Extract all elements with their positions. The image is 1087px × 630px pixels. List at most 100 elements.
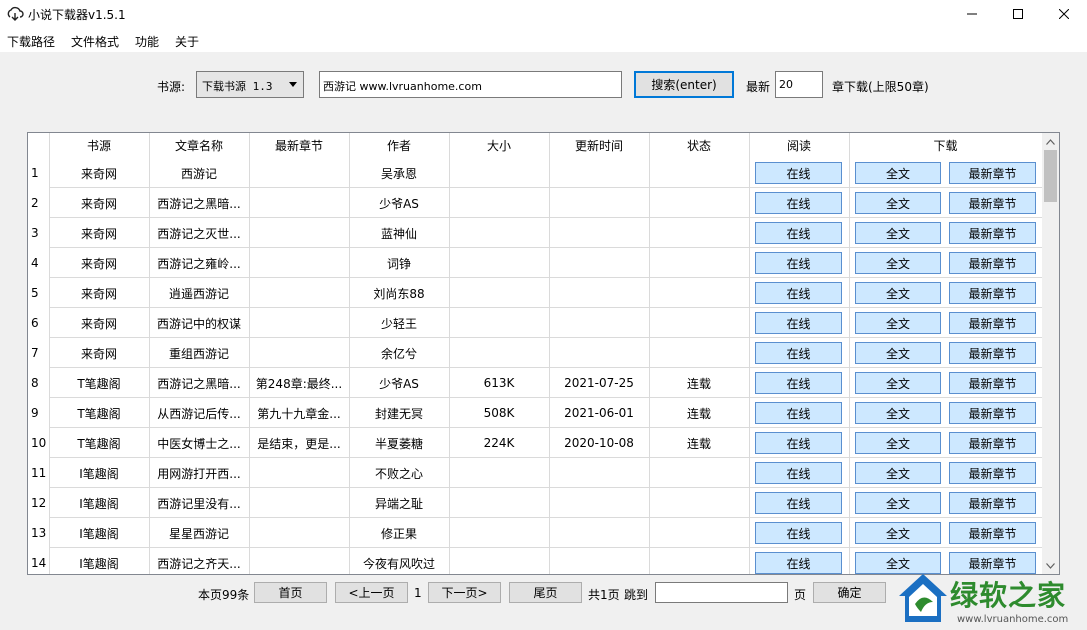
download-cloud-icon xyxy=(7,6,24,21)
cell-author: 少爷AS xyxy=(379,196,419,211)
read-online-button[interactable]: 在线 xyxy=(755,402,842,424)
row-number: 14 xyxy=(31,556,47,570)
table-row: 8 T笔趣阁 西游记之黑暗... 第248章:最终... 少爷AS 613K 2021-07… xyxy=(28,368,1042,398)
search-input[interactable]: 西游记 www.lvruanhome.com xyxy=(319,71,622,98)
download-full-button[interactable]: 全文 xyxy=(855,432,941,454)
last-page-button[interactable]: 尾页 xyxy=(509,582,582,603)
cell-title: 西游记中的权谋 xyxy=(156,316,241,331)
download-latest-button[interactable]: 最新章节 xyxy=(949,342,1036,364)
table-row: 2 来奇网 西游记之黑暗... 少爷AS 在线 全文 最新章节 xyxy=(28,188,1042,218)
download-full-button[interactable]: 全文 xyxy=(855,252,941,274)
read-online-button[interactable]: 在线 xyxy=(755,492,842,514)
cell-size xyxy=(449,548,549,574)
cell-status xyxy=(649,488,749,518)
vertical-scrollbar[interactable] xyxy=(1042,133,1059,574)
scroll-up-arrow-icon[interactable] xyxy=(1042,133,1059,150)
cell-author: 封建无冥 xyxy=(374,406,423,421)
row-number: 12 xyxy=(31,496,47,510)
cell-update-time xyxy=(549,338,649,368)
read-online-button[interactable]: 在线 xyxy=(755,372,842,394)
read-online-button[interactable]: 在线 xyxy=(755,552,842,574)
download-latest-button[interactable]: 最新章节 xyxy=(949,432,1036,454)
menu-functions[interactable]: 功能 xyxy=(135,33,159,50)
cell-source: 来奇网 xyxy=(80,286,117,301)
header-source: 书源 xyxy=(86,139,111,153)
download-full-button[interactable]: 全文 xyxy=(855,192,941,214)
download-latest-button[interactable]: 最新章节 xyxy=(949,312,1036,334)
download-latest-button[interactable]: 最新章节 xyxy=(949,522,1036,544)
close-button[interactable] xyxy=(1041,0,1087,28)
download-latest-button[interactable]: 最新章节 xyxy=(949,372,1036,394)
download-full-button[interactable]: 全文 xyxy=(855,372,941,394)
source-select[interactable]: 下载书源 1.3 xyxy=(196,71,304,98)
maximize-button[interactable] xyxy=(995,0,1041,28)
header-status: 状态 xyxy=(686,139,711,153)
cell-status xyxy=(649,548,749,574)
cell-size xyxy=(449,308,549,338)
next-page-button[interactable]: 下一页> xyxy=(428,582,501,603)
cell-title: 从西游记后传... xyxy=(157,406,241,421)
cell-status xyxy=(649,308,749,338)
read-online-button[interactable]: 在线 xyxy=(755,342,842,364)
menu-about[interactable]: 关于 xyxy=(175,33,199,50)
row-number: 8 xyxy=(31,376,39,390)
download-full-button[interactable]: 全文 xyxy=(855,522,941,544)
read-online-button[interactable]: 在线 xyxy=(755,222,842,244)
row-number: 10 xyxy=(31,436,47,450)
jump-page-input[interactable] xyxy=(655,582,788,603)
cell-latest-chapter xyxy=(249,518,349,548)
cell-status xyxy=(649,518,749,548)
cell-source: T笔趣阁 xyxy=(77,376,121,391)
cell-author: 不败之心 xyxy=(374,466,423,481)
cell-title: 西游记之雍岭... xyxy=(157,256,241,271)
confirm-jump-button[interactable]: 确定 xyxy=(813,582,886,603)
menu-file-format[interactable]: 文件格式 xyxy=(71,33,119,50)
row-number: 2 xyxy=(31,196,39,210)
download-latest-button[interactable]: 最新章节 xyxy=(949,192,1036,214)
read-online-button[interactable]: 在线 xyxy=(755,462,842,484)
download-full-button[interactable]: 全文 xyxy=(855,222,941,244)
download-latest-button[interactable]: 最新章节 xyxy=(949,462,1036,484)
minimize-button[interactable] xyxy=(949,0,995,28)
header-title: 文章名称 xyxy=(174,139,223,153)
download-full-button[interactable]: 全文 xyxy=(855,282,941,304)
read-online-button[interactable]: 在线 xyxy=(755,522,842,544)
cell-title: 重组西游记 xyxy=(168,346,229,361)
download-latest-button[interactable]: 最新章节 xyxy=(949,252,1036,274)
prev-page-button[interactable]: <上一页 xyxy=(335,582,408,603)
download-latest-button[interactable]: 最新章节 xyxy=(949,402,1036,424)
download-latest-button[interactable]: 最新章节 xyxy=(949,282,1036,304)
download-latest-button[interactable]: 最新章节 xyxy=(949,222,1036,244)
cell-update-time xyxy=(549,518,649,548)
download-full-button[interactable]: 全文 xyxy=(855,312,941,334)
cell-author: 吴承恩 xyxy=(380,166,417,181)
read-online-button[interactable]: 在线 xyxy=(755,432,842,454)
read-online-button[interactable]: 在线 xyxy=(755,312,842,334)
cell-update-time xyxy=(549,308,649,338)
search-button[interactable]: 搜索(enter) xyxy=(634,71,734,98)
download-full-button[interactable]: 全文 xyxy=(855,162,941,184)
first-page-button[interactable]: 首页 xyxy=(254,582,327,603)
scroll-thumb[interactable] xyxy=(1044,150,1057,202)
cell-author: 刘尚东88 xyxy=(373,286,425,301)
read-online-button[interactable]: 在线 xyxy=(755,162,842,184)
download-latest-button[interactable]: 最新章节 xyxy=(949,492,1036,514)
read-online-button[interactable]: 在线 xyxy=(755,282,842,304)
table-row: 12 I笔趣阁 西游记里没有... 异端之耻 在线 全文 最新章节 xyxy=(28,488,1042,518)
cell-size xyxy=(449,248,549,278)
row-number: 11 xyxy=(31,466,47,480)
latest-count-input[interactable]: 20 xyxy=(775,71,823,98)
cell-size: 508K xyxy=(483,406,515,420)
read-online-button[interactable]: 在线 xyxy=(755,192,842,214)
download-full-button[interactable]: 全文 xyxy=(855,402,941,424)
cell-source: I笔趣阁 xyxy=(79,526,119,541)
download-latest-button[interactable]: 最新章节 xyxy=(949,162,1036,184)
download-full-button[interactable]: 全文 xyxy=(855,492,941,514)
read-online-button[interactable]: 在线 xyxy=(755,252,842,274)
dropdown-arrow-icon xyxy=(289,82,297,87)
menu-download-path[interactable]: 下载路径 xyxy=(7,33,55,50)
maximize-icon xyxy=(1013,9,1023,19)
download-full-button[interactable]: 全文 xyxy=(855,462,941,484)
cell-latest-chapter xyxy=(249,458,349,488)
download-full-button[interactable]: 全文 xyxy=(855,342,941,364)
